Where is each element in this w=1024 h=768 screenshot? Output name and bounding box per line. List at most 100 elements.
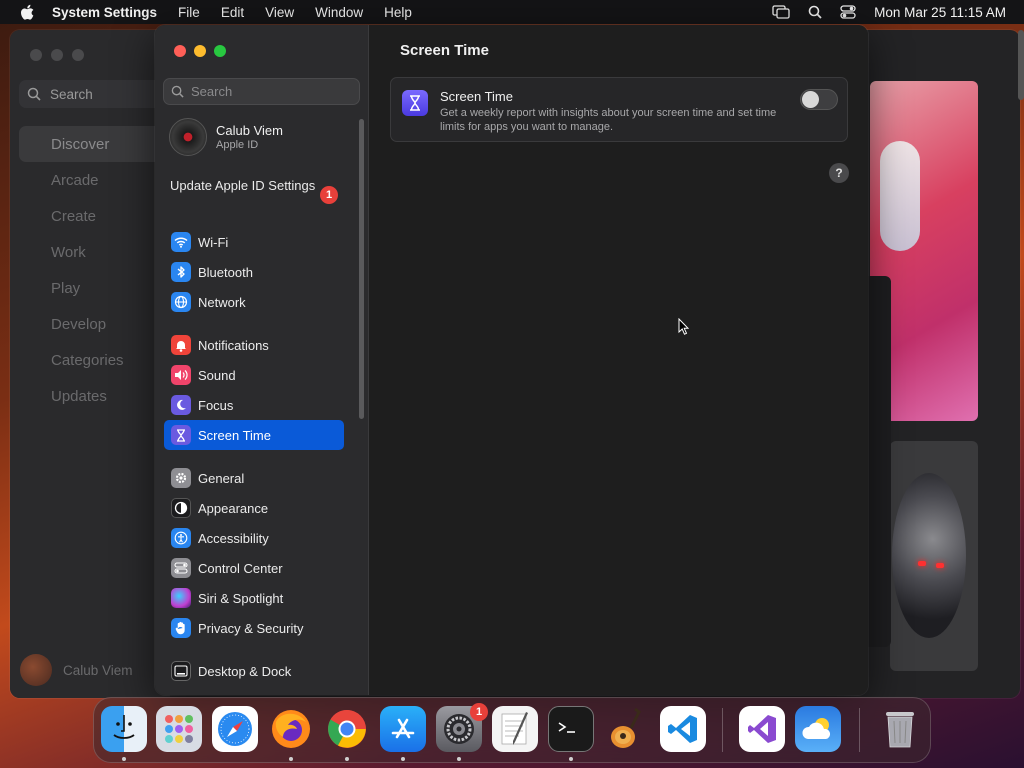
sidebar-item-label: Accessibility bbox=[198, 530, 269, 546]
sidebar-item-label: Network bbox=[198, 294, 246, 310]
screen-mirroring-icon[interactable] bbox=[772, 5, 790, 19]
mouse-pointer-icon bbox=[678, 317, 690, 341]
menu-file[interactable]: File bbox=[178, 5, 200, 20]
dock-weather[interactable] bbox=[795, 706, 841, 752]
sidebar-item-focus[interactable]: Focus bbox=[164, 390, 344, 420]
sidebar-item-sound[interactable]: Sound bbox=[164, 360, 344, 390]
help-button[interactable]: ? bbox=[829, 163, 849, 183]
search-icon bbox=[171, 85, 184, 98]
bg-window-controls bbox=[30, 49, 84, 61]
search-icon bbox=[27, 87, 41, 101]
menu-view[interactable]: View bbox=[265, 5, 294, 20]
card-title: Screen Time bbox=[440, 89, 513, 104]
minimize-window-button[interactable] bbox=[194, 45, 206, 57]
sidebar-item-bluetooth[interactable]: Bluetooth bbox=[164, 257, 344, 287]
bg-user-name: Calub Viem bbox=[63, 662, 133, 678]
sidebar-item-label: Appearance bbox=[198, 500, 269, 516]
menu-edit[interactable]: Edit bbox=[221, 5, 244, 20]
sidebar-item-label: Sound bbox=[198, 367, 236, 383]
close-window-button[interactable] bbox=[174, 45, 186, 57]
bg-user-account[interactable]: Calub Viem bbox=[20, 654, 133, 686]
spotlight-search-icon[interactable] bbox=[808, 5, 822, 19]
sidebar-item-privacy-security[interactable]: Privacy & Security bbox=[164, 613, 344, 643]
menu-clock[interactable]: Mon Mar 25 11:15 AM bbox=[874, 5, 1006, 20]
accessibility-icon bbox=[171, 528, 191, 548]
bg-search-field[interactable]: Search bbox=[19, 80, 169, 108]
sidebar-item-label: Privacy & Security bbox=[198, 620, 304, 636]
menu-window[interactable]: Window bbox=[315, 5, 363, 20]
apple-menu-icon[interactable] bbox=[18, 3, 36, 21]
toggle-knob bbox=[802, 91, 819, 108]
dock-chrome[interactable] bbox=[324, 706, 370, 752]
zoom-window-button[interactable] bbox=[214, 45, 226, 57]
sidebar-item-appearance[interactable]: Appearance bbox=[164, 493, 344, 523]
screen-time-pane: Screen Time Screen Time Get a weekly rep… bbox=[370, 25, 868, 695]
sidebar-item-label: Desktop & Dock bbox=[198, 663, 292, 679]
menu-app-name[interactable]: System Settings bbox=[52, 5, 157, 20]
sidebar-item-desktop-dock[interactable]: Desktop & Dock bbox=[164, 656, 344, 686]
screen-time-toggle[interactable] bbox=[800, 89, 838, 110]
dock-firefox[interactable] bbox=[268, 706, 314, 752]
sidebar-group-desktop: Desktop & Dock bbox=[164, 656, 344, 686]
sidebar-scrollbar[interactable] bbox=[359, 119, 364, 419]
wifi-icon bbox=[171, 232, 191, 252]
dock-app-store[interactable] bbox=[380, 706, 426, 752]
sidebar-item-siri-spotlight[interactable]: Siri & Spotlight bbox=[164, 583, 344, 613]
dock-garageband[interactable] bbox=[604, 706, 650, 752]
dock-vscode[interactable] bbox=[660, 706, 706, 752]
settings-search-field[interactable] bbox=[163, 78, 360, 105]
hand-icon bbox=[171, 618, 191, 638]
sidebar-item-notifications[interactable]: Notifications bbox=[164, 330, 344, 360]
card-description: Get a weekly report with insights about … bbox=[440, 107, 777, 133]
sidebar-item-label: Siri & Spotlight bbox=[198, 590, 284, 606]
globe-icon bbox=[171, 292, 191, 312]
settings-sidebar: Calub Viem Apple ID Update Apple ID Sett… bbox=[155, 25, 369, 695]
bg-scrollbar[interactable] bbox=[1018, 30, 1024, 100]
menu-help[interactable]: Help bbox=[384, 5, 412, 20]
update-badge: 1 bbox=[320, 186, 338, 204]
sidebar-group-network: Wi-Fi Bluetooth Network bbox=[164, 227, 344, 317]
sidebar-item-label: Wi-Fi bbox=[198, 234, 229, 250]
hourglass-icon bbox=[402, 90, 428, 116]
robot-art-image[interactable] bbox=[892, 473, 966, 638]
dock-safari[interactable] bbox=[212, 706, 258, 752]
screen-time-card[interactable]: Screen Time Get a weekly report with ins… bbox=[390, 77, 848, 142]
sidebar-group-system: General Appearance Accessibility Control… bbox=[164, 463, 344, 643]
avatar bbox=[169, 118, 207, 156]
bg-search-placeholder: Search bbox=[50, 86, 93, 102]
control-center-icon[interactable] bbox=[840, 5, 856, 19]
dock-launchpad[interactable] bbox=[156, 706, 202, 752]
sidebar-item-label: Bluetooth bbox=[198, 264, 253, 280]
dock-finder[interactable] bbox=[101, 706, 147, 752]
sidebar-item-screen-time[interactable]: Screen Time bbox=[164, 420, 344, 450]
dock-icon bbox=[171, 661, 191, 681]
page-title: Screen Time bbox=[400, 42, 489, 59]
dock-terminal[interactable] bbox=[548, 706, 594, 752]
account-name: Calub Viem bbox=[216, 123, 283, 138]
bg-overlay-panel bbox=[868, 276, 891, 647]
sidebar-item-label: General bbox=[198, 470, 245, 486]
dock-visual-studio[interactable] bbox=[739, 706, 785, 752]
sidebar-item-label: Notifications bbox=[198, 337, 269, 353]
account-subtitle: Apple ID bbox=[216, 139, 259, 151]
sidebar-item-network[interactable]: Network bbox=[164, 287, 344, 317]
apple-id-account[interactable]: Calub Viem Apple ID bbox=[169, 118, 283, 156]
sidebar-item-label: Focus bbox=[198, 397, 234, 413]
sidebar-item-accessibility[interactable]: Accessibility bbox=[164, 523, 344, 553]
dock-textedit[interactable] bbox=[492, 706, 538, 752]
update-apple-id-settings[interactable]: Update Apple ID Settings bbox=[170, 178, 340, 194]
sidebar-item-control-center[interactable]: Control Center bbox=[164, 553, 344, 583]
siri-icon bbox=[171, 588, 191, 608]
settings-search-input[interactable] bbox=[191, 84, 351, 99]
control-center-icon bbox=[171, 558, 191, 578]
sidebar-item-general[interactable]: General bbox=[164, 463, 344, 493]
window-controls bbox=[174, 45, 226, 57]
bell-icon bbox=[171, 335, 191, 355]
sidebar-item-wifi[interactable]: Wi-Fi bbox=[164, 227, 344, 257]
appearance-icon bbox=[171, 498, 191, 518]
hourglass-icon bbox=[171, 425, 191, 445]
dock-trash[interactable] bbox=[877, 706, 923, 752]
gear-icon bbox=[171, 468, 191, 488]
dock: 1 bbox=[93, 697, 931, 763]
menu-bar: System Settings File Edit View Window He… bbox=[0, 0, 1024, 24]
